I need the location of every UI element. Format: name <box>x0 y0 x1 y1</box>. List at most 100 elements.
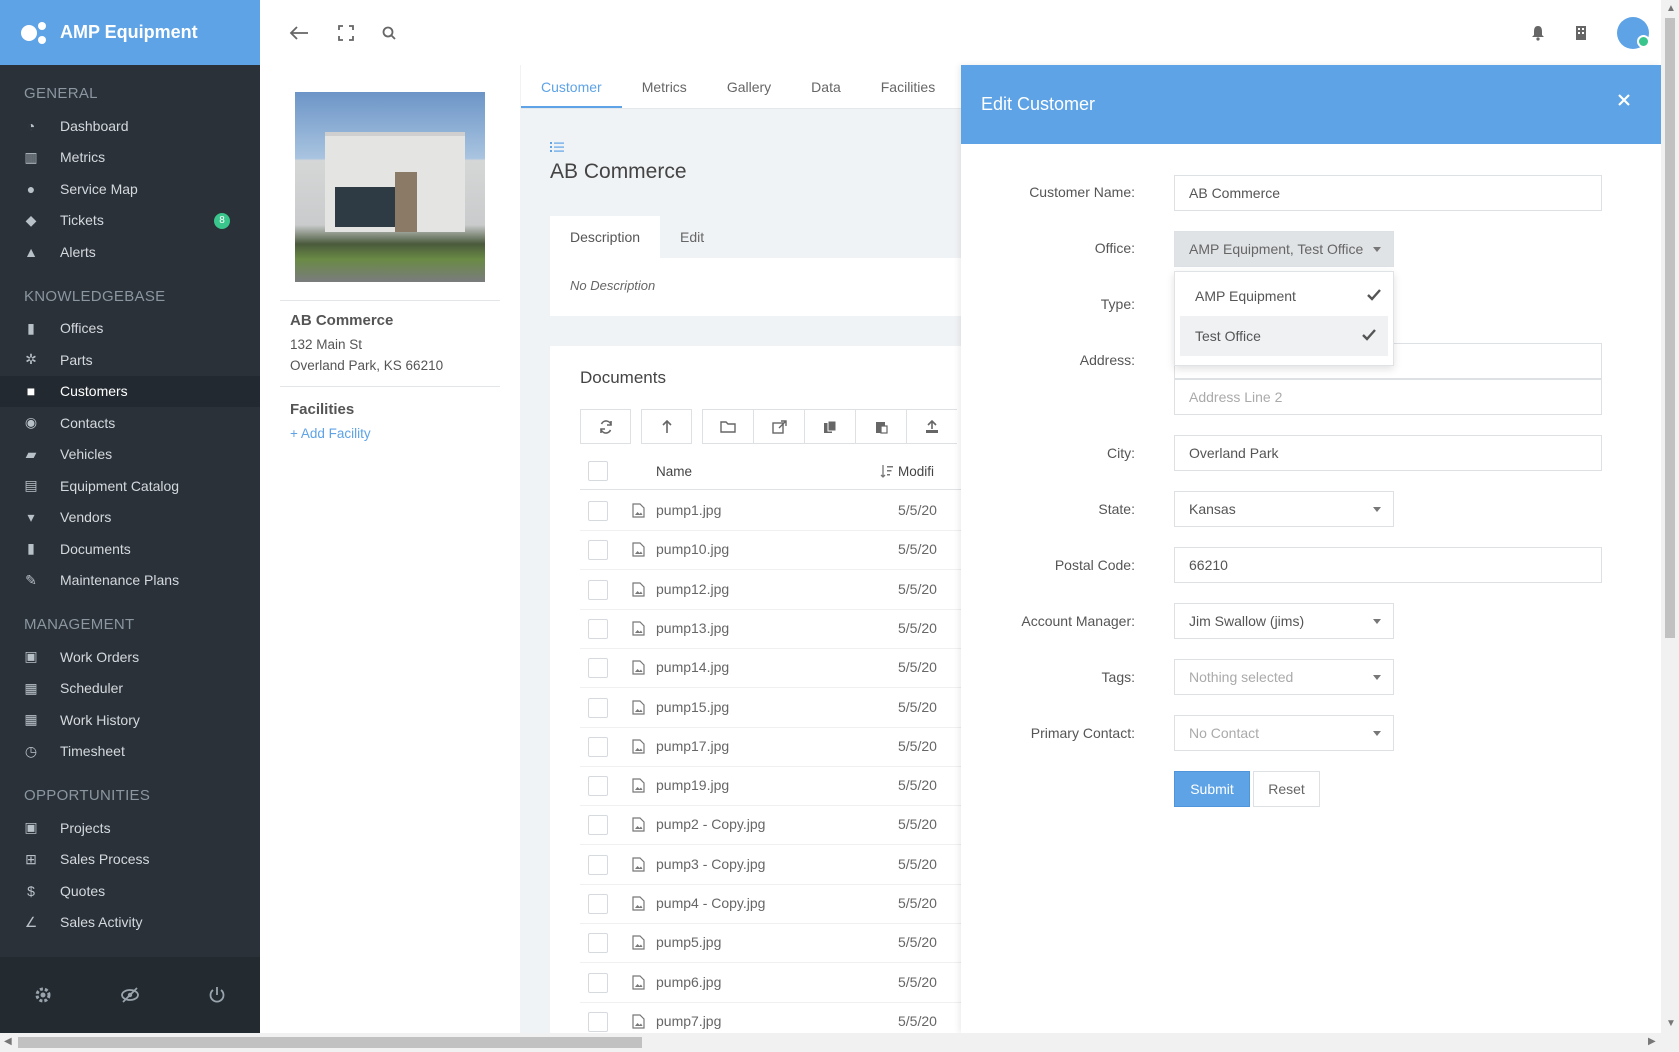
sidebar-item-service-map[interactable]: ● Service Map <box>0 173 260 205</box>
table-row[interactable]: pump1.jpg 5/5/20 <box>580 491 961 531</box>
tab-metrics[interactable]: Metrics <box>622 65 707 108</box>
sidebar-item-sales-process[interactable]: ⊞ Sales Process <box>0 844 260 876</box>
file-name[interactable]: pump14.jpg <box>656 659 729 675</box>
table-row[interactable]: pump17.jpg 5/5/20 <box>580 727 961 767</box>
row-checkbox[interactable] <box>588 736 608 757</box>
sidebar-item-sales-activity[interactable]: ∠ Sales Activity <box>0 907 260 939</box>
sidebar-item-alerts[interactable]: ▲ Alerts <box>0 236 260 268</box>
customer-name-input[interactable]: AB Commerce <box>1174 175 1602 211</box>
file-name[interactable]: pump6.jpg <box>656 974 721 990</box>
file-name[interactable]: pump7.jpg <box>656 1013 721 1029</box>
sidebar-item-customers[interactable]: ■ Customers <box>0 375 260 407</box>
table-row[interactable]: pump15.jpg 5/5/20 <box>580 688 961 728</box>
tab-customer[interactable]: Customer <box>521 65 622 108</box>
file-name[interactable]: pump15.jpg <box>656 699 729 715</box>
new-folder-button[interactable] <box>702 409 753 444</box>
tab-description[interactable]: Description <box>550 216 661 258</box>
account-manager-select[interactable]: Jim Swallow (jims) <box>1174 603 1394 639</box>
sidebar-item-dashboard[interactable]: ◔ Dashboard <box>0 110 260 142</box>
row-checkbox[interactable] <box>588 540 608 561</box>
table-row[interactable]: pump10.jpg 5/5/20 <box>580 530 961 571</box>
row-checkbox[interactable] <box>588 579 608 600</box>
sidebar-item-parts[interactable]: ✲ Parts <box>0 344 260 376</box>
horizontal-scrollbar[interactable]: ◀ ▶ <box>0 1033 1679 1052</box>
table-row[interactable]: pump13.jpg 5/5/20 <box>580 609 961 649</box>
scroll-right-arrow-icon[interactable]: ▶ <box>1648 1036 1656 1047</box>
close-icon[interactable] <box>1617 93 1631 107</box>
sidebar-item-contacts[interactable]: ◉ Contacts <box>0 407 260 439</box>
sidebar-item-equipment-catalog[interactable]: ▤ Equipment Catalog <box>0 470 260 502</box>
paste-button[interactable] <box>855 409 906 444</box>
row-checkbox[interactable] <box>588 658 608 679</box>
row-checkbox[interactable] <box>588 501 608 521</box>
row-checkbox[interactable] <box>588 1011 608 1032</box>
horizontal-scroll-thumb[interactable] <box>18 1037 642 1048</box>
sidebar-item-quotes[interactable]: $ Quotes <box>0 875 260 907</box>
table-row[interactable]: pump2 - Copy.jpg 5/5/20 <box>580 805 961 846</box>
sidebar-item-work-history[interactable]: ▦ Work History <box>0 704 260 736</box>
address-line2-input[interactable]: Address Line 2 <box>1174 379 1602 415</box>
submit-button[interactable]: Submit <box>1174 771 1250 807</box>
building-icon[interactable] <box>1575 25 1587 41</box>
eye-slash-icon[interactable] <box>120 986 140 1004</box>
file-name[interactable]: pump3 - Copy.jpg <box>656 856 765 872</box>
scroll-down-arrow-icon[interactable]: ▼ <box>1666 1018 1676 1029</box>
tab-data[interactable]: Data <box>791 65 861 108</box>
table-row[interactable]: pump6.jpg 5/5/20 <box>580 963 961 1003</box>
upload-button[interactable] <box>906 409 957 444</box>
file-name[interactable]: pump2 - Copy.jpg <box>656 816 765 832</box>
file-name[interactable]: pump1.jpg <box>656 502 721 518</box>
row-checkbox[interactable] <box>588 776 608 797</box>
row-checkbox[interactable] <box>588 854 608 875</box>
scroll-up-arrow-icon[interactable]: ▲ <box>1666 3 1676 14</box>
file-name[interactable]: pump19.jpg <box>656 777 729 793</box>
office-select[interactable]: AMP Equipment, Test Office <box>1174 231 1394 267</box>
office-option[interactable]: Test Office <box>1180 316 1388 356</box>
sidebar-item-offices[interactable]: ▮ Offices <box>0 313 260 345</box>
sidebar-item-maintenance-plans[interactable]: ✎ Maintenance Plans <box>0 565 260 597</box>
list-icon[interactable] <box>550 141 564 153</box>
row-checkbox[interactable] <box>588 697 608 718</box>
table-row[interactable]: pump5.jpg 5/5/20 <box>580 923 961 964</box>
sort-icon[interactable] <box>880 464 894 478</box>
reset-button[interactable]: Reset <box>1253 771 1320 807</box>
select-all-checkbox[interactable] <box>588 461 608 481</box>
row-checkbox[interactable] <box>588 618 608 639</box>
up-level-button[interactable] <box>641 409 692 444</box>
refresh-button[interactable] <box>580 409 631 444</box>
sidebar-item-projects[interactable]: ▣ Projects <box>0 812 260 844</box>
file-name[interactable]: pump13.jpg <box>656 620 729 636</box>
column-name-header[interactable]: Name <box>656 464 692 479</box>
file-name[interactable]: pump4 - Copy.jpg <box>656 895 765 911</box>
sidebar-item-tickets[interactable]: ◆ Tickets 8 <box>0 205 260 237</box>
sidebar-item-timesheet[interactable]: ◷ Timesheet <box>0 736 260 768</box>
office-option[interactable]: AMP Equipment <box>1175 276 1393 316</box>
table-row[interactable]: pump14.jpg 5/5/20 <box>580 648 961 689</box>
sidebar-item-vehicles[interactable]: ▰ Vehicles <box>0 439 260 471</box>
sidebar-item-metrics[interactable]: ▥ Metrics <box>0 142 260 174</box>
table-row[interactable]: pump19.jpg 5/5/20 <box>580 766 961 807</box>
table-row[interactable]: pump3 - Copy.jpg 5/5/20 <box>580 845 961 885</box>
sidebar-item-work-orders[interactable]: ▣ Work Orders <box>0 641 260 673</box>
tab-facilities[interactable]: Facilities <box>861 65 955 108</box>
file-name[interactable]: pump5.jpg <box>656 934 721 950</box>
sidebar-item-scheduler[interactable]: ▦ Scheduler <box>0 673 260 705</box>
row-checkbox[interactable] <box>588 972 608 993</box>
postal-code-input[interactable]: 66210 <box>1174 547 1602 583</box>
sidebar-item-documents[interactable]: ▮ Documents <box>0 533 260 565</box>
vertical-scroll-thumb[interactable] <box>1665 18 1675 638</box>
file-name[interactable]: pump10.jpg <box>656 541 729 557</box>
table-row[interactable]: pump4 - Copy.jpg 5/5/20 <box>580 884 961 924</box>
tab-edit[interactable]: Edit <box>660 216 724 258</box>
sidebar-item-vendors[interactable]: ▾ Vendors <box>0 502 260 534</box>
primary-contact-select[interactable]: No Contact <box>1174 715 1394 751</box>
file-name[interactable]: pump12.jpg <box>656 581 729 597</box>
tags-select[interactable]: Nothing selected <box>1174 659 1394 695</box>
bell-icon[interactable] <box>1531 25 1545 41</box>
share-button[interactable] <box>753 409 804 444</box>
state-select[interactable]: Kansas <box>1174 491 1394 527</box>
row-checkbox[interactable] <box>588 894 608 914</box>
copy-button[interactable] <box>804 409 855 444</box>
power-icon[interactable] <box>208 986 226 1004</box>
scroll-left-arrow-icon[interactable]: ◀ <box>4 1036 12 1047</box>
